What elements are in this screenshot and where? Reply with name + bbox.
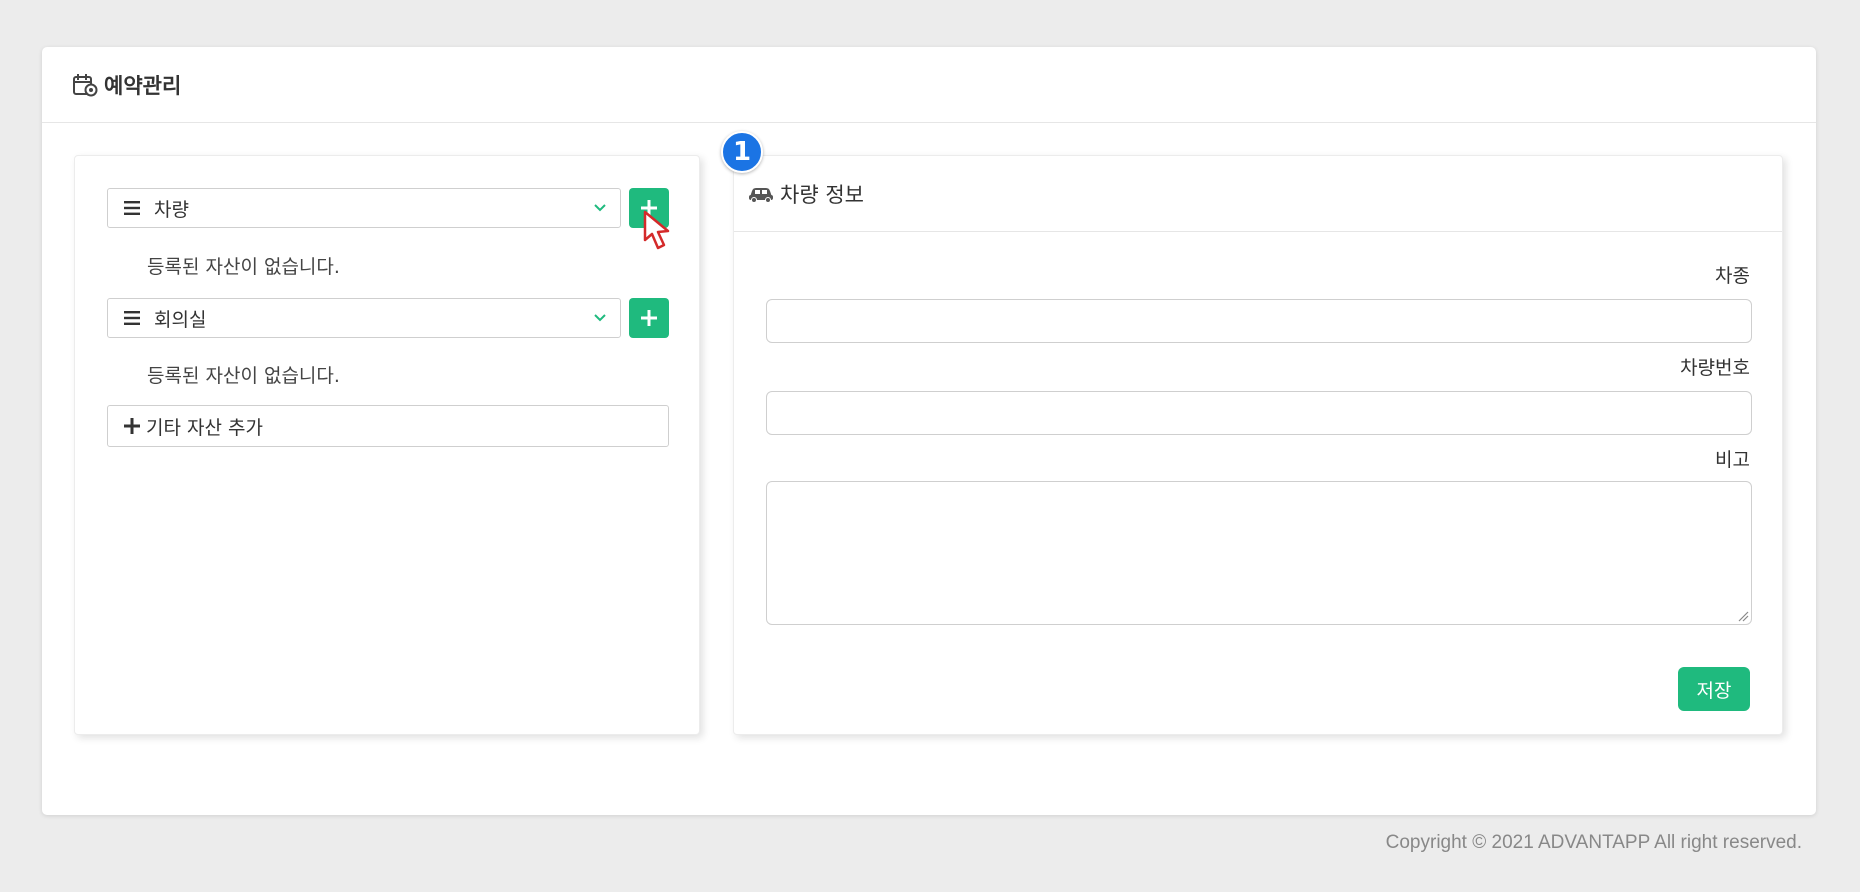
page-header: 예약관리	[42, 47, 1816, 123]
note-textarea[interactable]	[766, 481, 1752, 625]
calendar-gear-icon	[73, 73, 98, 96]
resize-grip-icon[interactable]	[1735, 608, 1749, 622]
asset-list-panel: 차량 등록된 자산이 없습니다. 회의실 등록된 자산이 없습니다. 기타 자산…	[74, 155, 700, 735]
plus-icon	[124, 418, 140, 434]
vehicle-info-header: 차량 정보	[734, 156, 1782, 232]
plus-icon	[641, 310, 657, 326]
vehicle-info-title: 차량 정보	[780, 182, 864, 207]
asset-select-vehicle[interactable]: 차량	[107, 188, 621, 228]
car-icon	[749, 187, 773, 203]
hamburger-icon	[124, 311, 140, 325]
asset-select-label: 회의실	[154, 308, 207, 331]
car-type-input[interactable]	[766, 299, 1752, 343]
empty-message-meeting-room: 등록된 자산이 없습니다.	[147, 365, 340, 387]
car-type-label: 차종	[1715, 265, 1750, 287]
save-button[interactable]: 저장	[1678, 667, 1750, 711]
add-other-asset-button[interactable]: 기타 자산 추가	[107, 405, 669, 447]
asset-select-label: 차량	[154, 198, 189, 221]
asset-select-meeting-room[interactable]: 회의실	[107, 298, 621, 338]
chevron-down-icon	[594, 314, 606, 322]
chevron-down-icon	[594, 204, 606, 212]
main-card: 예약관리 차량 등록된 자산이 없습니다. 회의실 등록된 자산이 없습니다. …	[42, 47, 1816, 815]
note-label: 비고	[1715, 449, 1750, 471]
mouse-pointer-icon	[643, 210, 670, 250]
add-other-asset-label: 기타 자산 추가	[146, 416, 263, 439]
hamburger-icon	[124, 201, 140, 215]
copyright-text: Copyright © 2021 ADVANTAPP All right res…	[1385, 832, 1802, 853]
asset-row-vehicle: 차량	[107, 188, 669, 228]
plate-number-label: 차량번호	[1680, 357, 1750, 379]
step-badge: 1	[721, 131, 763, 173]
add-meeting-room-button[interactable]	[629, 298, 669, 338]
empty-message-vehicle: 등록된 자산이 없습니다.	[147, 256, 340, 278]
vehicle-info-panel: 차량 정보 차종 차량번호 비고 저장	[733, 155, 1783, 735]
plate-number-input[interactable]	[766, 391, 1752, 435]
page-title: 예약관리	[104, 73, 182, 98]
asset-row-meeting-room: 회의실	[107, 298, 669, 338]
